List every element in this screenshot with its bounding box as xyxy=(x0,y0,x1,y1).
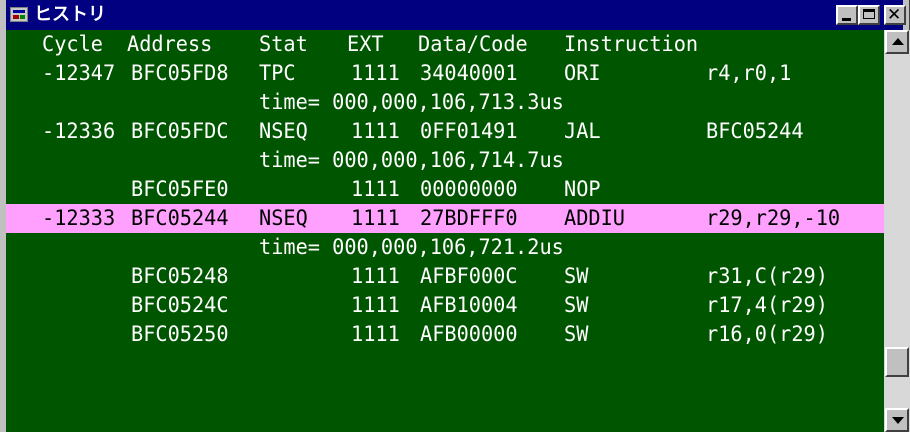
cell-mnemonic: ADDIU xyxy=(564,206,625,231)
maximize-button[interactable] xyxy=(858,5,880,25)
cell-address: BFC0524C xyxy=(131,293,229,318)
cell-ext: 1111 xyxy=(351,293,400,318)
cell-ext: 1111 xyxy=(351,119,400,144)
cell-ext: 1111 xyxy=(351,61,400,86)
header-stat: Stat xyxy=(259,32,308,57)
maximize-icon xyxy=(863,9,875,19)
trace-row[interactable]: BFC05248 1111 AFBF000C SW r31,C(r29) xyxy=(6,262,884,291)
cell-mnemonic: SW xyxy=(564,322,589,347)
trace-time-row[interactable]: time= 000,000,106,721.2us xyxy=(6,233,884,262)
close-icon: ✕ xyxy=(887,5,902,25)
header-address: Address xyxy=(127,32,213,57)
cell-operands: r31,C(r29) xyxy=(706,264,828,289)
cell-ext: 1111 xyxy=(351,206,400,231)
vertical-scrollbar[interactable] xyxy=(884,30,910,432)
trace-row[interactable]: BFC05250 1111 AFB00000 SW r16,0(r29) xyxy=(6,320,884,349)
cell-mnemonic: JAL xyxy=(564,119,601,144)
header-data: Data/Code xyxy=(418,32,528,57)
cell-right-cycle: -12336 xyxy=(42,119,116,144)
cell-operands: r4,r0,1 xyxy=(706,61,792,86)
history-app-icon[interactable] xyxy=(10,7,28,22)
cell-ext: 1111 xyxy=(351,264,400,289)
time-stamp: time= 000,000,106,713.3us xyxy=(259,90,564,115)
cell-right-cycle: -12347 xyxy=(42,61,116,86)
cell-mnemonic: SW xyxy=(564,293,589,318)
history-trace-list[interactable]: Cycle Address Stat EXT Data/Code Instruc… xyxy=(6,30,884,432)
trace-row[interactable]: -12347 BFC05FD8 TPC 1111 34040001 ORI r4,r0,1 xyxy=(6,59,884,88)
window-title: ヒストリ xyxy=(34,4,106,25)
cell-data-code: 00000000 xyxy=(420,177,518,202)
scroll-down-arrow-icon xyxy=(892,417,904,424)
header-ext: EXT xyxy=(347,32,384,57)
scroll-up-arrow-icon xyxy=(892,38,904,45)
cell-stat: TPC xyxy=(259,61,296,86)
cell-operands: BFC05244 xyxy=(706,119,804,144)
cell-mnemonic: SW xyxy=(564,264,589,289)
scroll-up-button[interactable] xyxy=(885,30,909,54)
cell-ext: 1111 xyxy=(351,177,400,202)
scroll-down-button[interactable] xyxy=(885,408,909,432)
cell-stat: NSEQ xyxy=(259,119,308,144)
header-instruction: Instruction xyxy=(564,32,699,57)
cell-mnemonic: NOP xyxy=(564,177,601,202)
trace-time-row[interactable]: time= 000,000,106,714.7us xyxy=(6,146,884,175)
cell-address: BFC05244 xyxy=(131,206,229,231)
cell-address: BFC05FD8 xyxy=(131,61,229,86)
cell-address: BFC05250 xyxy=(131,322,229,347)
cell-stat: NSEQ xyxy=(259,206,308,231)
trace-row[interactable]: -12336 BFC05FDC NSEQ 1111 0FF01491 JAL BFC0524… xyxy=(6,117,884,146)
cell-ext: 1111 xyxy=(351,322,400,347)
cell-data-code: AFB10004 xyxy=(420,293,518,318)
header-cycle: Cycle xyxy=(42,32,103,57)
trace-row[interactable]: BFC0524C 1111 AFB10004 SW r17,4(r29) xyxy=(6,291,884,320)
cell-operands: r29,r29,-10 xyxy=(706,206,841,231)
trace-row[interactable]: BFC05FE0 1111 00000000 NOP xyxy=(6,175,884,204)
cell-mnemonic: ORI xyxy=(564,61,601,86)
cell-address: BFC05248 xyxy=(131,264,229,289)
cell-address: BFC05FDC xyxy=(131,119,229,144)
cell-operands: r16,0(r29) xyxy=(706,322,828,347)
cell-data-code: AFB00000 xyxy=(420,322,518,347)
cell-data-code: 34040001 xyxy=(420,61,518,86)
cell-address: BFC05FE0 xyxy=(131,177,229,202)
cell-data-code: 27BDFFF0 xyxy=(420,206,518,231)
history-window: ヒストリ ✕ Cycle Address Stat EXT Data/Code … xyxy=(0,0,910,432)
time-stamp: time= 000,000,106,721.2us xyxy=(259,235,564,260)
cell-data-code: 0FF01491 xyxy=(420,119,518,144)
title-bar[interactable]: ヒストリ ✕ xyxy=(6,0,906,30)
column-header-row: Cycle Address Stat EXT Data/Code Instruc… xyxy=(6,30,884,59)
minimize-icon xyxy=(842,18,851,21)
time-stamp: time= 000,000,106,714.7us xyxy=(259,148,564,173)
cell-right-cycle: -12333 xyxy=(42,206,116,231)
cell-operands: r17,4(r29) xyxy=(706,293,828,318)
trace-row[interactable]: -12333 BFC05244 NSEQ 1111 27BDFFF0 ADDIU r29,r… xyxy=(6,204,884,233)
close-button[interactable]: ✕ xyxy=(884,5,906,25)
cell-data-code: AFBF000C xyxy=(420,264,518,289)
trace-time-row[interactable]: time= 000,000,106,713.3us xyxy=(6,88,884,117)
minimize-button[interactable] xyxy=(836,5,858,25)
scroll-thumb[interactable] xyxy=(885,347,909,377)
